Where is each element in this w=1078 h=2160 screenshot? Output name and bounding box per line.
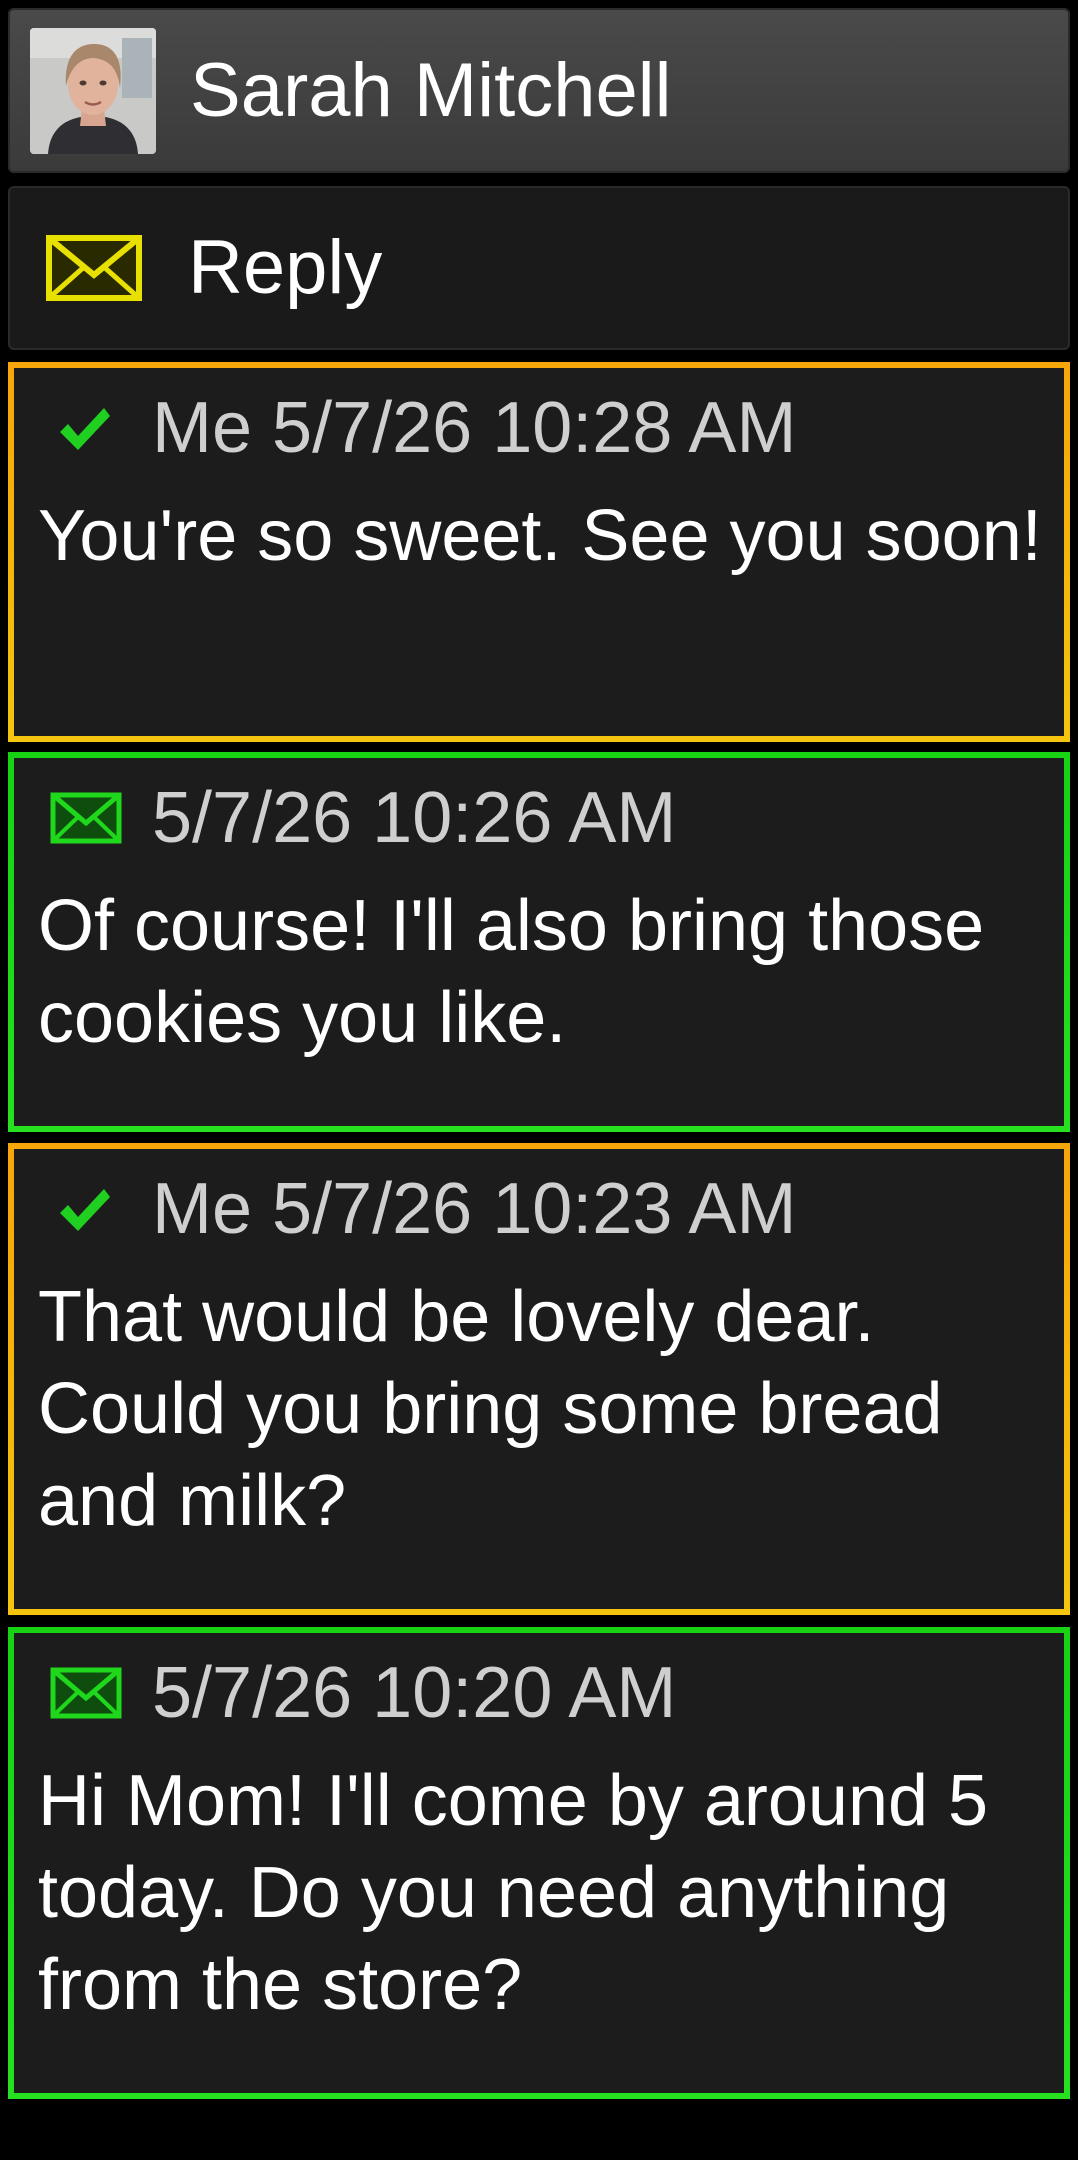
message-meta: Me 5/7/26 10:28 AM <box>152 388 797 468</box>
message-meta: 5/7/26 10:20 AM <box>152 1653 677 1733</box>
contact-header[interactable]: Sarah Mitchell <box>8 8 1070 173</box>
envelope-icon <box>50 792 122 844</box>
message-header: 5/7/26 10:20 AM <box>38 1633 1064 1753</box>
message-card-sent[interactable]: Me 5/7/26 10:28 AM You're so sweet. See … <box>8 362 1070 742</box>
contact-avatar <box>30 27 156 154</box>
message-header: Me 5/7/26 10:28 AM <box>38 368 1064 488</box>
envelope-icon <box>46 235 142 301</box>
contact-name: Sarah Mitchell <box>190 47 672 133</box>
message-meta: 5/7/26 10:26 AM <box>152 778 677 858</box>
message-meta: Me 5/7/26 10:23 AM <box>152 1169 797 1249</box>
message-header: 5/7/26 10:26 AM <box>38 758 1064 878</box>
check-icon <box>60 408 110 450</box>
message-body: Of course! I'll also bring those cookies… <box>38 886 985 1058</box>
message-body: You're so sweet. See you soon! <box>38 496 1042 576</box>
message-card-sent[interactable]: Me 5/7/26 10:23 AM That would be lovely … <box>8 1143 1070 1615</box>
check-icon <box>60 1189 110 1231</box>
message-body: Hi Mom! I'll come by around 5 today. Do … <box>38 1761 989 2025</box>
reply-label: Reply <box>188 225 383 310</box>
message-body: That would be lovely dear. Could you bri… <box>38 1277 943 1541</box>
message-header: Me 5/7/26 10:23 AM <box>38 1149 1064 1269</box>
conversation-screen: Sarah Mitchell Reply Me 5/7/26 10:28 AM … <box>0 0 1078 2160</box>
avatar-photo-icon <box>30 27 156 154</box>
message-card-received[interactable]: 5/7/26 10:20 AM Hi Mom! I'll come by aro… <box>8 1627 1070 2099</box>
reply-button[interactable]: Reply <box>8 186 1070 350</box>
envelope-icon <box>50 1667 122 1719</box>
message-card-received[interactable]: 5/7/26 10:26 AM Of course! I'll also bri… <box>8 752 1070 1132</box>
